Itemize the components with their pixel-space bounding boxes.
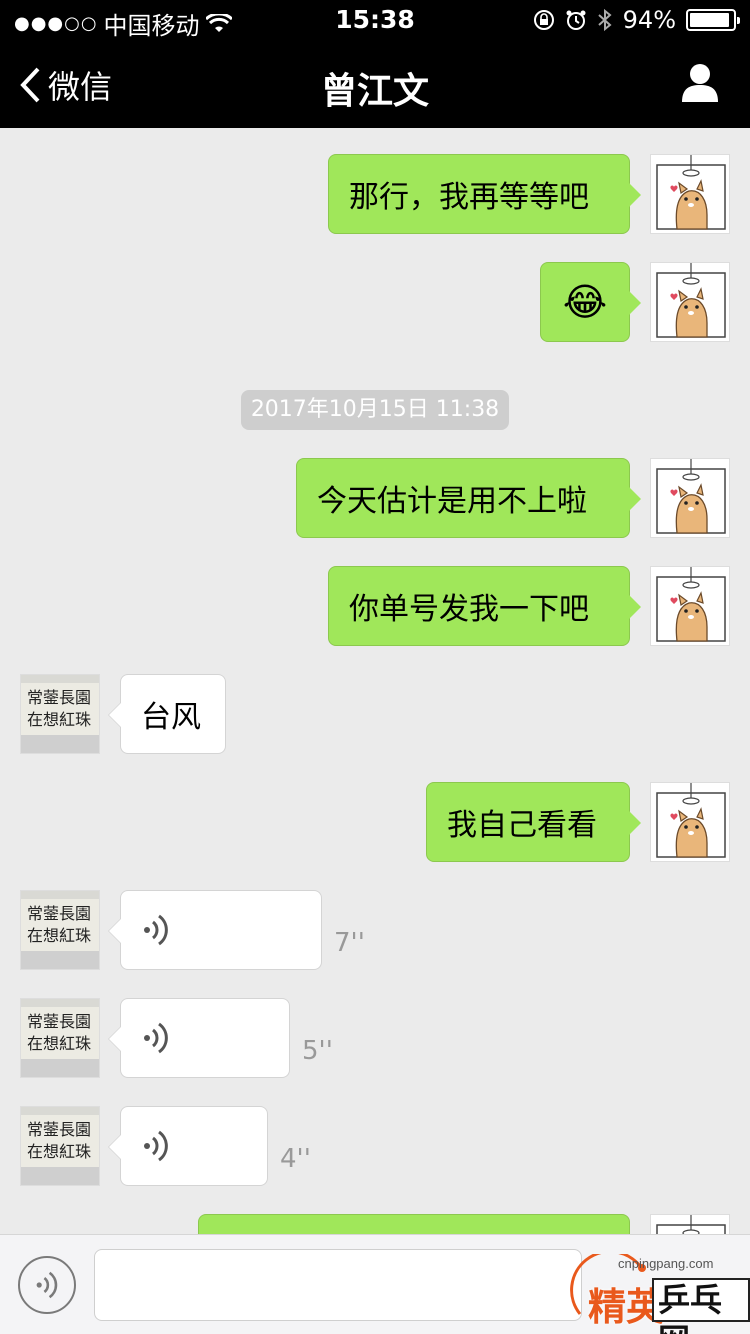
contact-avatar[interactable]: 常蓥長園 在想紅珠 <box>20 674 100 754</box>
voice-input-button[interactable] <box>18 1256 76 1314</box>
sent-message[interactable] <box>198 1214 630 1234</box>
message-text: 我自己看看 <box>447 808 597 843</box>
voice-message[interactable] <box>108 890 322 970</box>
watermark-url: cnpingpang.com <box>618 1256 714 1271</box>
voice-icon <box>36 1271 58 1299</box>
time-divider: 2017年10月15日 11:38 <box>241 390 509 430</box>
svg-text:在想紅珠: 在想紅珠 <box>27 1034 91 1053</box>
svg-text:常蓥長園: 常蓥長園 <box>27 1012 91 1031</box>
svg-text:常蓥長園: 常蓥長園 <box>27 904 91 923</box>
message-text: 今天估计是用不上啦 <box>317 484 587 519</box>
chat-area[interactable]: 那行，我再等等吧 😂 2017年10月15日 11:38 今天估计是用不上啦 你… <box>0 128 750 1234</box>
battery-icon <box>686 9 740 31</box>
sent-message[interactable]: 我自己看看 <box>426 782 641 862</box>
voice-duration: 5'' <box>302 1036 333 1066</box>
sent-message[interactable]: 你单号发我一下吧 <box>328 566 641 646</box>
voice-message[interactable] <box>108 1106 268 1186</box>
my-avatar[interactable] <box>650 566 730 646</box>
my-avatar[interactable] <box>650 154 730 234</box>
svg-text:常蓥長園: 常蓥長園 <box>27 1120 91 1139</box>
received-message[interactable]: 台风 <box>108 674 226 754</box>
svg-text:在想紅珠: 在想紅珠 <box>27 1142 91 1161</box>
svg-text:在想紅珠: 在想紅珠 <box>27 926 91 945</box>
my-avatar[interactable] <box>650 458 730 538</box>
tears-of-joy-emoji-icon: 😂 <box>562 280 608 324</box>
svg-text:常蓥長園: 常蓥長園 <box>27 688 91 707</box>
voice-message[interactable] <box>108 998 290 1078</box>
voice-duration: 4'' <box>280 1144 311 1174</box>
voice-wave-icon <box>144 914 168 946</box>
my-avatar[interactable] <box>650 262 730 342</box>
alarm-icon <box>566 10 586 30</box>
battery-percent: 94% <box>622 6 676 34</box>
bluetooth-icon <box>597 8 612 32</box>
message-text: 台风 <box>141 700 201 735</box>
site-watermark: cnpingpang.com 精英 乒乓网 <box>570 1248 750 1334</box>
my-avatar[interactable] <box>650 1214 730 1234</box>
chat-title: 曾江文 <box>320 71 429 112</box>
message-text: 你单号发我一下吧 <box>349 592 589 627</box>
contact-avatar[interactable]: 常蓥長園 在想紅珠 <box>20 998 100 1078</box>
message-text: 那行，我再等等吧 <box>349 180 589 215</box>
voice-wave-icon <box>144 1022 168 1054</box>
contact-avatar[interactable]: 常蓥長園 在想紅珠 <box>20 890 100 970</box>
voice-duration: 7'' <box>334 928 365 958</box>
my-avatar[interactable] <box>650 782 730 862</box>
profile-button[interactable] <box>680 62 720 106</box>
top-bar: ●●●○○ 中国移动 15:38 94% 微信 曾江文 <box>0 0 750 128</box>
sent-message[interactable]: 今天估计是用不上啦 <box>296 458 641 538</box>
sent-message[interactable]: 那行，我再等等吧 <box>328 154 641 234</box>
status-bar: ●●●○○ 中国移动 15:38 94% <box>0 0 750 40</box>
nav-bar: 微信 曾江文 <box>0 40 750 128</box>
person-icon <box>682 64 718 102</box>
rotation-lock-icon <box>533 10 554 30</box>
voice-wave-icon <box>144 1130 168 1162</box>
svg-text:在想紅珠: 在想紅珠 <box>27 710 91 729</box>
watermark-brand-right: 乒乓网 <box>652 1278 750 1334</box>
contact-avatar[interactable]: 常蓥長園 在想紅珠 <box>20 1106 100 1186</box>
message-input[interactable] <box>94 1249 582 1321</box>
sent-emoji-message[interactable]: 😂 <box>540 262 641 342</box>
